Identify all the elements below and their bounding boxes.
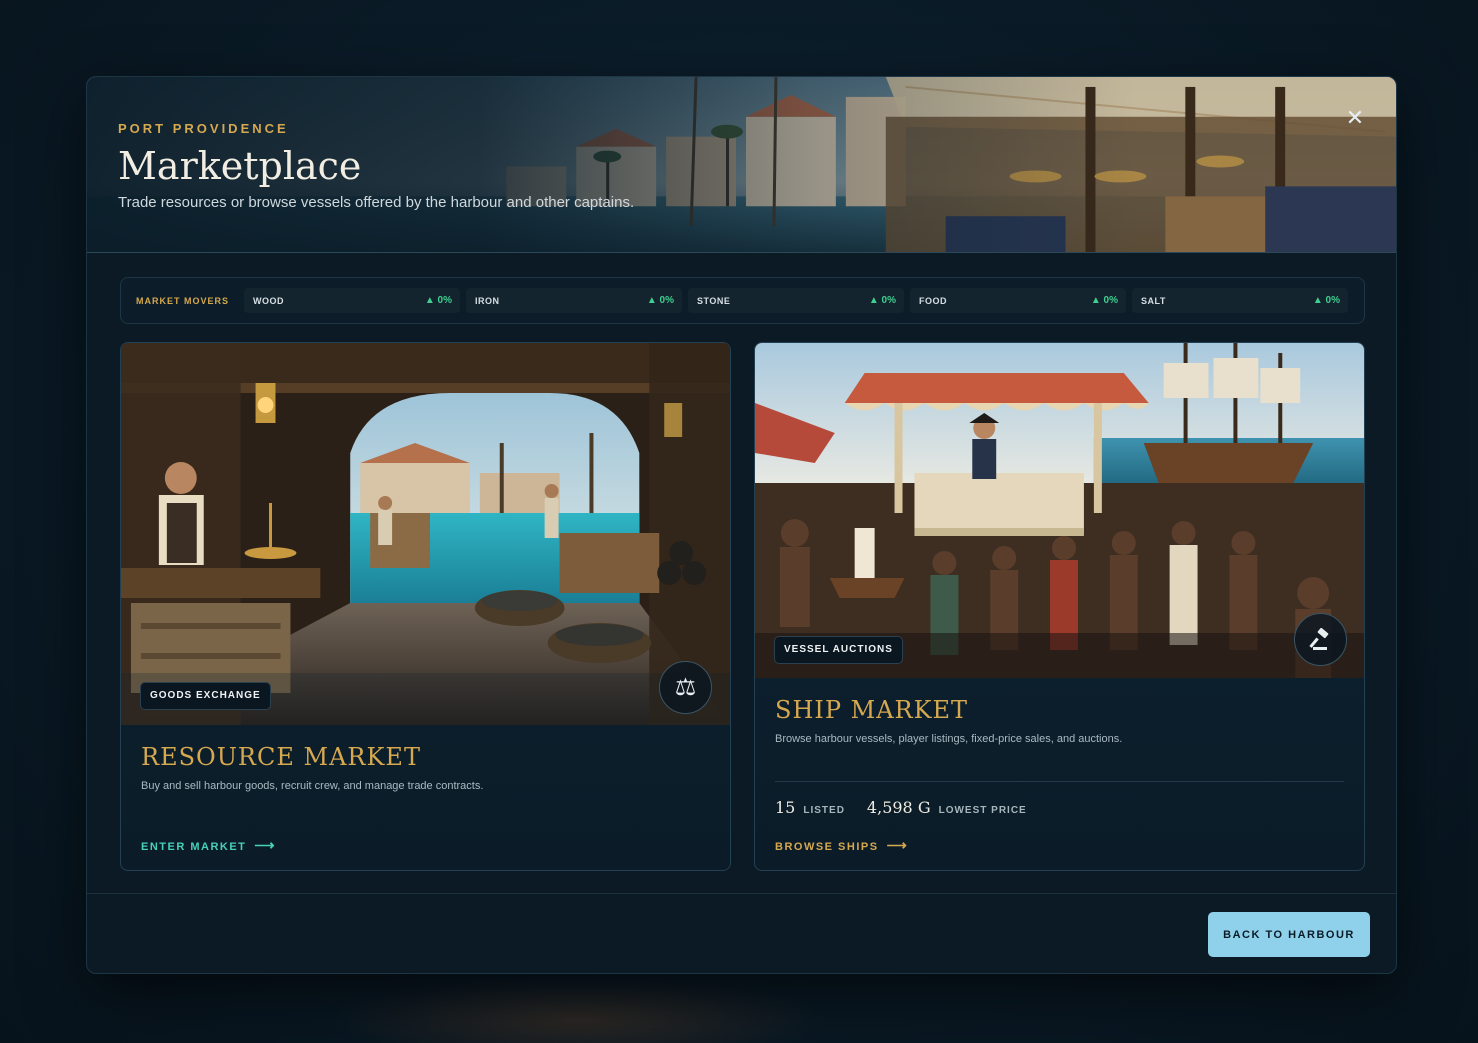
header-banner: PORT PROVIDENCE Marketplace Trade resour… bbox=[87, 77, 1396, 253]
resource-market-title: RESOURCE MARKET bbox=[141, 743, 421, 771]
listed-count: 15 bbox=[775, 798, 796, 817]
enter-market-link[interactable]: ENTER MARKET ⟶ bbox=[141, 837, 276, 854]
mover-name: WOOD bbox=[253, 295, 284, 306]
back-to-harbour-button[interactable]: BACK TO HARBOUR bbox=[1208, 912, 1370, 957]
gavel-glyph bbox=[1308, 627, 1328, 650]
backdrop-glow bbox=[330, 975, 830, 1043]
scales-icon: ⚖ bbox=[659, 661, 712, 714]
port-name: PORT PROVIDENCE bbox=[118, 121, 289, 136]
page-title: Marketplace bbox=[118, 144, 362, 188]
mover-name: IRON bbox=[475, 295, 500, 306]
mover-wood: WOOD ▲ 0% bbox=[244, 288, 460, 313]
mover-name: FOOD bbox=[919, 295, 947, 306]
lowest-price: 4,598 G bbox=[866, 798, 931, 817]
mover-change: ▲ 0% bbox=[424, 295, 452, 306]
mover-change: ▲ 0% bbox=[646, 295, 674, 306]
vessel-auctions-image bbox=[755, 343, 1364, 678]
gavel-icon bbox=[1294, 613, 1347, 666]
mover-change: ▲ 0% bbox=[1090, 295, 1118, 306]
resource-market-card[interactable]: GOODS EXCHANGE ⚖ RESOURCE MARKET Buy and… bbox=[120, 342, 731, 871]
ship-market-description: Browse harbour vessels, player listings,… bbox=[775, 733, 1123, 745]
resource-market-description: Buy and sell harbour goods, recruit crew… bbox=[141, 780, 484, 792]
listed-label: LISTED bbox=[803, 805, 845, 816]
page-subtitle: Trade resources or browse vessels offere… bbox=[118, 194, 635, 211]
mover-stone: STONE ▲ 0% bbox=[688, 288, 904, 313]
browse-ships-link[interactable]: BROWSE SHIPS ⟶ bbox=[775, 837, 908, 854]
marketplace-modal: PORT PROVIDENCE Marketplace Trade resour… bbox=[86, 76, 1397, 974]
arrow-right-icon: ⟶ bbox=[254, 837, 276, 853]
arrow-right-icon: ⟶ bbox=[886, 837, 909, 853]
mover-iron: IRON ▲ 0% bbox=[466, 288, 682, 313]
mover-change: ▲ 0% bbox=[1312, 295, 1340, 306]
mover-food: FOOD ▲ 0% bbox=[910, 288, 1126, 313]
header-text: PORT PROVIDENCE Marketplace Trade resour… bbox=[118, 121, 634, 211]
browse-ships-label: BROWSE SHIPS bbox=[775, 841, 879, 853]
ship-stats: 15 LISTED 4,598 G LOWEST PRICE bbox=[775, 798, 1049, 817]
mover-change: ▲ 0% bbox=[868, 295, 896, 306]
market-movers-label: MARKET MOVERS bbox=[136, 295, 230, 306]
card-divider bbox=[775, 781, 1344, 782]
enter-market-label: ENTER MARKET bbox=[141, 841, 247, 853]
market-movers-bar: MARKET MOVERS WOOD ▲ 0% IRON ▲ 0% STONE … bbox=[120, 277, 1365, 324]
mover-name: SALT bbox=[1141, 295, 1166, 306]
mover-name: STONE bbox=[697, 295, 731, 306]
ship-market-card[interactable]: VESSEL AUCTIONS SHIP MARKET Browse harbo… bbox=[754, 342, 1365, 871]
goods-exchange-image bbox=[121, 343, 730, 725]
close-icon[interactable]: ✕ bbox=[1342, 105, 1368, 131]
mover-salt: SALT ▲ 0% bbox=[1132, 288, 1348, 313]
vessel-auctions-badge: VESSEL AUCTIONS bbox=[774, 636, 903, 664]
lowest-price-label: LOWEST PRICE bbox=[938, 805, 1027, 816]
footer-divider bbox=[87, 893, 1396, 894]
goods-exchange-badge: GOODS EXCHANGE bbox=[140, 682, 271, 710]
ship-market-title: SHIP MARKET bbox=[775, 696, 969, 724]
